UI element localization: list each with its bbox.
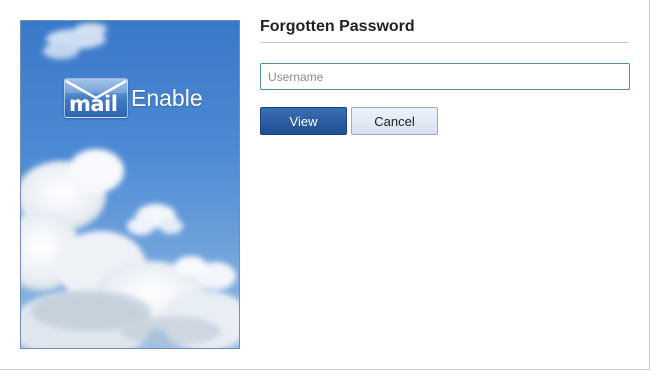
clouds-illustration — [21, 23, 239, 348]
title-divider — [260, 42, 629, 43]
logo-mail-text: mail — [69, 92, 118, 116]
view-button[interactable]: View — [260, 107, 347, 135]
mailenable-logo: mail Enable — [64, 78, 203, 118]
envelope-icon: mail — [64, 78, 128, 118]
username-input[interactable] — [260, 63, 630, 90]
page-title: Forgotten Password — [260, 18, 415, 35]
logo-enable-text: Enable — [131, 84, 203, 111]
cancel-button[interactable]: Cancel — [351, 107, 438, 135]
dialog-frame: mail Enable Forgotten Password View Canc… — [0, 0, 650, 370]
sky-banner-image: mail Enable — [20, 20, 240, 349]
